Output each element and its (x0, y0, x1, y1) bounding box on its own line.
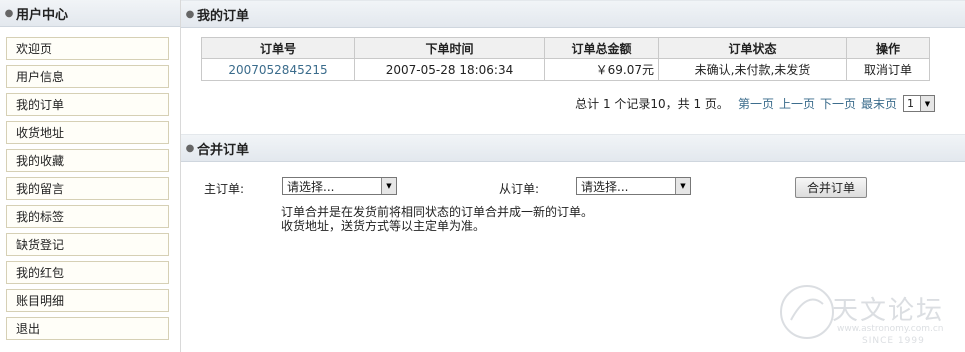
sidebar-item-tags[interactable]: 我的标签 (6, 205, 169, 228)
merge-section-header: ● 合并订单 (181, 134, 965, 162)
sidebar-item-my-orders[interactable]: 我的订单 (6, 93, 169, 116)
watermark-url: www.astronomy.com.cn (837, 324, 944, 334)
order-action-cell: 取消订单 (846, 58, 930, 81)
sidebar-item-label: 我的留言 (16, 182, 65, 196)
merge-orders-button[interactable]: 合并订单 (795, 177, 867, 198)
sub-order-label: 从订单: (499, 182, 540, 196)
pager-summary: 总计 1 个记录10，共 1 页。 (575, 97, 729, 111)
sidebar-item-label: 账目明细 (16, 294, 65, 308)
page-select[interactable]: 1 ▼ (903, 95, 935, 112)
cancel-order-link[interactable]: 取消订单 (864, 63, 912, 77)
column-header: 操作 (846, 37, 930, 59)
merge-title: 合并订单 (197, 142, 250, 158)
column-header: 订单状态 (658, 37, 847, 59)
sidebar-item-favorites[interactable]: 我的收藏 (6, 149, 169, 172)
sub-order-select-value: 请选择... (581, 179, 629, 194)
sidebar-item-stockout[interactable]: 缺货登记 (6, 233, 169, 256)
sidebar-title: 用户中心 (16, 7, 69, 23)
watermark-emblem-icon (780, 285, 834, 339)
page-select-value: 1 (907, 97, 914, 110)
sidebar-item-user-info[interactable]: 用户信息 (6, 65, 169, 88)
order-time-cell: 2007-05-28 18:06:34 (354, 58, 545, 81)
column-header: 订单号 (201, 37, 355, 59)
bullet-icon: ● (4, 7, 14, 19)
sidebar-header: ● 用户中心 (0, 0, 180, 27)
merge-form: 主订单: 请选择... ▼ 从订单: 请选择... ▼ 合并订单 (181, 177, 965, 198)
sidebar-item-address[interactable]: 收货地址 (6, 121, 169, 144)
sidebar: ● 用户中心 欢迎页 用户信息 我的订单 收货地址 我的收藏 我的留言 我的标签… (0, 0, 181, 352)
order-number-cell: 2007052845215 (201, 58, 355, 81)
sidebar-item-messages[interactable]: 我的留言 (6, 177, 169, 200)
order-amount-cell: ￥69.07元 (544, 58, 659, 81)
sidebar-menu: 欢迎页 用户信息 我的订单 收货地址 我的收藏 我的留言 我的标签 缺货登记 我… (0, 27, 180, 340)
main-order-select-value: 请选择... (287, 179, 335, 194)
table-row: 2007052845215 2007-05-28 18:06:34 ￥69.07… (201, 58, 930, 81)
table-header-row: 订单号 下单时间 订单总金额 订单状态 操作 (201, 37, 930, 59)
main-order-label: 主订单: (204, 182, 245, 196)
column-header: 下单时间 (354, 37, 545, 59)
first-page-link[interactable]: 第一页 (738, 95, 774, 112)
merge-note: 订单合并是在发货前将相同状态的订单合并成一新的订单。 收货地址，送货方式等以主定… (281, 205, 593, 233)
pagination: 总计 1 个记录10，共 1 页。 第一页 上一页 下一页 最末页 1 ▼ (575, 95, 935, 112)
bullet-icon: ● (185, 142, 195, 154)
sidebar-item-label: 用户信息 (16, 70, 65, 84)
watermark-logo: 天文论坛 www.astronomy.com.cn SINCE 1999 (777, 278, 957, 348)
sidebar-item-label: 我的收藏 (16, 154, 65, 168)
orders-title: 我的订单 (197, 8, 250, 24)
dropdown-arrow-icon: ▼ (675, 178, 690, 194)
prev-page-link[interactable]: 上一页 (779, 95, 815, 112)
watermark-text: 天文论坛 (832, 296, 945, 326)
merge-note-line: 收货地址，送货方式等以主定单为准。 (281, 219, 486, 233)
orders-section-header: ● 我的订单 (181, 0, 965, 28)
dropdown-arrow-icon: ▼ (381, 178, 396, 194)
sidebar-item-label: 我的红包 (16, 266, 65, 280)
watermark-since: SINCE 1999 (862, 336, 925, 346)
sidebar-item-bonus[interactable]: 我的红包 (6, 261, 169, 284)
merge-note-line: 订单合并是在发货前将相同状态的订单合并成一新的订单。 (281, 205, 594, 219)
last-page-link[interactable]: 最末页 (861, 95, 897, 112)
sidebar-item-label: 收货地址 (16, 126, 65, 140)
sub-order-select[interactable]: 请选择... ▼ (576, 177, 691, 195)
sidebar-item-account-detail[interactable]: 账目明细 (6, 289, 169, 312)
orders-table: 订单号 下单时间 订单总金额 订单状态 操作 2007052845215 200… (201, 37, 930, 81)
sidebar-item-label: 我的标签 (16, 210, 65, 224)
order-number-link[interactable]: 2007052845215 (228, 63, 327, 77)
dropdown-arrow-icon: ▼ (920, 96, 934, 111)
sidebar-item-welcome[interactable]: 欢迎页 (6, 37, 169, 60)
order-status-cell: 未确认,未付款,未发货 (658, 58, 847, 81)
next-page-link[interactable]: 下一页 (820, 95, 856, 112)
sidebar-item-label: 欢迎页 (16, 42, 53, 56)
bullet-icon: ● (185, 8, 195, 20)
main-order-select[interactable]: 请选择... ▼ (282, 177, 397, 195)
sidebar-item-label: 缺货登记 (16, 238, 65, 252)
sidebar-item-label: 我的订单 (16, 98, 65, 112)
column-header: 订单总金额 (544, 37, 659, 59)
sidebar-item-logout[interactable]: 退出 (6, 317, 169, 340)
sidebar-item-label: 退出 (16, 322, 41, 336)
